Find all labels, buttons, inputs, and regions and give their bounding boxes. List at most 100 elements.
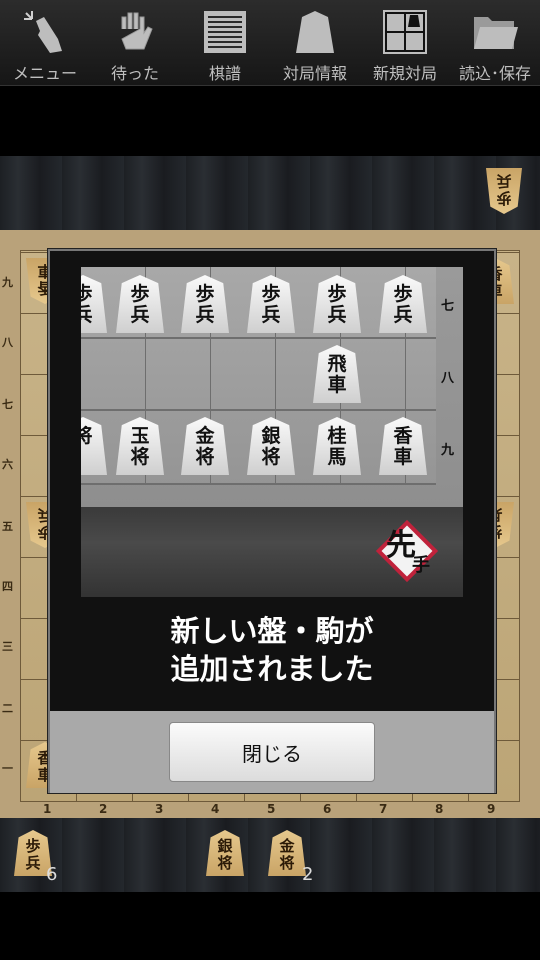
piece-char-top: 金 [279, 837, 295, 855]
toolbar: メニュー 待った 棋譜 対局情報 新規対局 読込･保存 [0, 0, 540, 86]
grid-icon [381, 8, 429, 56]
piece-char-top: 歩 [195, 283, 215, 305]
piece-char-bottom: 兵 [327, 304, 347, 326]
menu-button[interactable]: メニュー [0, 0, 90, 85]
piece-char-bottom: 将 [217, 854, 233, 872]
piece-char-top: 玉 [130, 425, 150, 447]
piece-char-bottom: 兵 [393, 304, 413, 326]
rank-label: 八 [2, 336, 13, 349]
piece-char-top: 桂 [327, 425, 347, 447]
game-info-button[interactable]: 対局情報 [270, 0, 360, 85]
piece-char-top: 飛 [327, 353, 347, 375]
preview-rank-label: 八 [441, 371, 455, 386]
kifu-label: 棋譜 [208, 64, 241, 83]
hand-count: 6 [46, 864, 58, 885]
rank-label: 三 [2, 640, 13, 653]
file-label: 1 [43, 802, 52, 816]
badge-sub-text: 手 [412, 554, 430, 576]
piece-char-top: 金 [195, 425, 215, 447]
preview-piece: 桂馬 [313, 417, 361, 475]
load-save-label: 読込･保存 [458, 64, 531, 83]
player-hand-piece[interactable]: 銀将 [206, 830, 244, 876]
undo-button[interactable]: 待った [90, 0, 180, 85]
hand-count: 2 [302, 864, 314, 885]
piece-char-top: 歩 [393, 283, 413, 305]
rank-label: 五 [2, 520, 13, 533]
piece-char-bottom: 兵 [130, 304, 150, 326]
rank-label: 九 [2, 276, 13, 289]
preview-piece: 歩兵 [313, 275, 361, 333]
close-button[interactable]: 閉じる [169, 722, 375, 782]
preview-rank-label: 七 [441, 299, 455, 314]
file-label: 8 [435, 802, 444, 816]
board-preview-image: 七 八 九 歩兵 歩兵 歩兵 歩兵 歩兵 歩兵 飛車 将 玉将 金将 銀将 桂馬… [81, 267, 463, 597]
new-content-dialog: 七 八 九 歩兵 歩兵 歩兵 歩兵 歩兵 歩兵 飛車 将 玉将 金将 銀将 桂馬… [48, 249, 496, 793]
file-label: 4 [211, 802, 220, 816]
file-label: 3 [155, 802, 164, 816]
file-label: 7 [379, 802, 388, 816]
preview-piece: 飛車 [313, 345, 361, 403]
preview-piece: 香車 [379, 417, 427, 475]
piece-char-top: 歩 [25, 837, 41, 855]
piece-char-bottom: 将 [279, 854, 295, 872]
piece-char-bottom: 将 [130, 446, 150, 468]
piece-char-bottom: 兵 [81, 304, 93, 326]
sente-badge-icon: 先 手 [375, 519, 439, 583]
piece-char-bottom: 車 [327, 374, 347, 396]
preview-rank-label: 九 [441, 443, 455, 458]
piece-char-bottom: 将 [261, 446, 281, 468]
piece-char-bottom: 車 [393, 446, 413, 468]
piece-char-top: 歩 [327, 283, 347, 305]
dialog-message: 新しい盤・駒が 追加されました [50, 613, 494, 689]
piece-char-bottom: 兵 [195, 304, 215, 326]
preview-piece: 玉将 [116, 417, 164, 475]
piece-char-top: 香 [393, 425, 413, 447]
palm-hand-icon [111, 8, 159, 56]
piece-char-bottom: 兵 [496, 172, 512, 190]
preview-piece: 銀将 [247, 417, 295, 475]
player-piece-stand: 歩兵 6 銀将 金将 2 [0, 818, 540, 892]
opponent-piece-stand: 歩 兵 [0, 156, 540, 230]
kifu-button[interactable]: 棋譜 [180, 0, 270, 85]
preview-piece: 歩兵 [181, 275, 229, 333]
piece-char-top: 歩 [130, 283, 150, 305]
lines-icon [201, 8, 249, 56]
preview-piece: 歩兵 [116, 275, 164, 333]
file-label: 9 [487, 802, 496, 816]
piece-char-top: 銀 [261, 425, 281, 447]
preview-piece: 歩兵 [379, 275, 427, 333]
new-game-label: 新規対局 [372, 64, 437, 83]
menu-label: メニュー [12, 64, 77, 83]
load-save-button[interactable]: 読込･保存 [450, 0, 540, 85]
preview-piece: 歩兵 [247, 275, 295, 333]
piece-char-top: 銀 [217, 837, 233, 855]
file-label: 5 [267, 802, 276, 816]
new-game-button[interactable]: 新規対局 [360, 0, 450, 85]
undo-label: 待った [110, 64, 159, 83]
tap-hand-icon [21, 8, 69, 56]
file-label: 2 [99, 802, 108, 816]
message-line-2: 追加されました [170, 654, 374, 686]
piece-char-bottom: 馬 [327, 446, 347, 468]
piece-silhouette-icon [291, 8, 339, 56]
opponent-hand-piece[interactable]: 歩 兵 [486, 168, 522, 214]
preview-line [81, 409, 436, 411]
rank-label: 二 [2, 702, 13, 715]
piece-char-top: 歩 [496, 189, 512, 207]
dialog-footer: 閉じる [50, 711, 494, 793]
file-label: 6 [323, 802, 332, 816]
preview-line [81, 337, 436, 339]
piece-char-top: 歩 [261, 283, 281, 305]
rank-label: 七 [2, 398, 13, 411]
message-line-1: 新しい盤・駒が [170, 616, 374, 648]
preview-line [81, 483, 436, 485]
game-info-label: 対局情報 [282, 64, 347, 83]
piece-char-bottom: 将 [195, 446, 215, 468]
rank-label: 一 [2, 762, 13, 775]
player-hand-piece[interactable]: 金将 [268, 830, 306, 876]
rank-label: 四 [2, 580, 13, 593]
piece-char-bottom: 兵 [261, 304, 281, 326]
preview-piece: 金将 [181, 417, 229, 475]
rank-label: 六 [2, 458, 13, 471]
folder-icon [471, 8, 519, 56]
